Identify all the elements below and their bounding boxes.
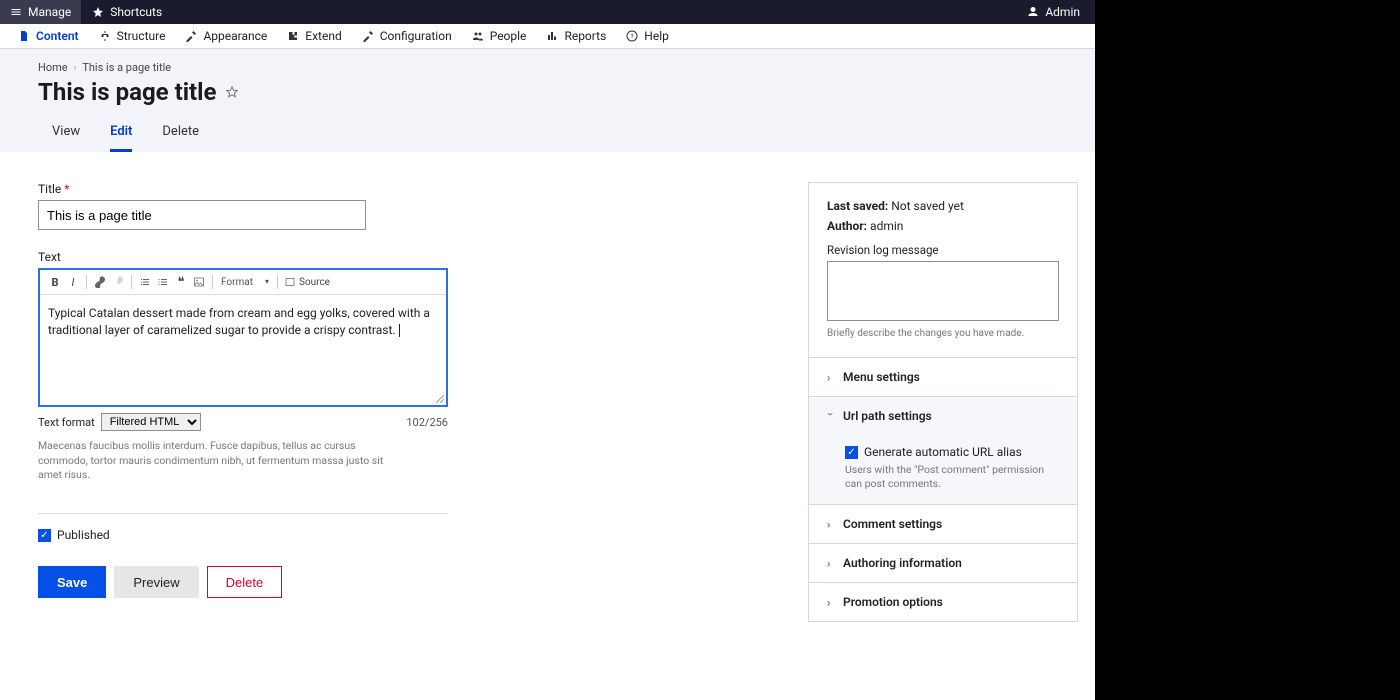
menu-appearance[interactable]: Appearance xyxy=(175,24,277,48)
wrench-icon xyxy=(185,30,197,42)
image-button[interactable] xyxy=(190,273,208,291)
title-input[interactable] xyxy=(38,200,366,230)
editor-toolbar: B I ❝ xyxy=(40,270,446,295)
star-icon xyxy=(92,6,104,18)
shortcuts-label: Shortcuts xyxy=(110,5,162,19)
hamburger-icon xyxy=(10,6,22,18)
admin-label: Admin xyxy=(1045,5,1080,19)
accordion-url-path[interactable]: › Url path settings xyxy=(809,396,1077,435)
text-label: Text xyxy=(38,250,448,264)
menu-structure[interactable]: Structure xyxy=(89,24,176,48)
generate-alias-checkbox[interactable]: ✓ Generate automatic URL alias xyxy=(845,445,1059,459)
sidebar-panel: Last saved: Not saved yet Author: admin … xyxy=(808,182,1078,622)
tab-view[interactable]: View xyxy=(52,116,80,152)
text-format-select[interactable]: Filtered HTML xyxy=(101,413,201,431)
italic-button[interactable]: I xyxy=(64,273,82,291)
rich-text-editor: B I ❝ xyxy=(38,268,448,407)
menu-people[interactable]: People xyxy=(462,24,537,48)
sitemap-icon xyxy=(99,30,111,42)
published-checkbox[interactable]: ✓ Published xyxy=(38,528,448,542)
menu-reports[interactable]: Reports xyxy=(536,24,616,48)
breadcrumb: Home › This is a page title xyxy=(38,61,1057,74)
page-header: Home › This is a page title This is page… xyxy=(0,49,1095,152)
revision-log-label: Revision log message xyxy=(827,243,1059,257)
menu-extend[interactable]: Extend xyxy=(277,24,351,48)
wrench-icon xyxy=(362,30,374,42)
shortcuts-link[interactable]: Shortcuts xyxy=(82,0,172,24)
menu-help[interactable]: ? Help xyxy=(616,24,679,48)
user-icon xyxy=(1027,6,1039,18)
people-icon xyxy=(472,30,484,42)
format-dropdown[interactable]: Format xyxy=(217,275,273,290)
char-counter: 102/256 xyxy=(406,416,448,429)
chevron-right-icon: › xyxy=(74,63,77,73)
menu-content[interactable]: Content xyxy=(8,24,89,48)
delete-button[interactable]: Delete xyxy=(207,566,283,598)
menu-configuration[interactable]: Configuration xyxy=(352,24,462,48)
save-button[interactable]: Save xyxy=(38,566,106,598)
accordion-promotion[interactable]: › Promotion options xyxy=(809,582,1077,621)
menu-label: Extend xyxy=(305,29,341,43)
last-saved: Last saved: Not saved yet xyxy=(827,199,1059,213)
svg-text:?: ? xyxy=(631,33,634,41)
chevron-right-icon: › xyxy=(827,371,835,384)
menu-label: Configuration xyxy=(380,29,452,43)
menu-label: Reports xyxy=(564,29,606,43)
quote-button[interactable]: ❝ xyxy=(172,273,190,291)
puzzle-icon xyxy=(287,30,299,42)
author: Author: admin xyxy=(827,219,1059,233)
accordion-comment-settings[interactable]: › Comment settings xyxy=(809,504,1077,543)
manage-toggle[interactable]: Manage xyxy=(0,0,82,24)
chevron-right-icon: › xyxy=(827,518,835,531)
menu-label: People xyxy=(490,29,527,43)
number-list-button[interactable] xyxy=(154,273,172,291)
bullet-list-button[interactable] xyxy=(136,273,154,291)
chevron-down-icon: › xyxy=(825,412,838,420)
checkbox-checked-icon: ✓ xyxy=(845,446,858,459)
revision-log-input[interactable] xyxy=(827,261,1059,321)
preview-button[interactable]: Preview xyxy=(114,566,198,598)
manage-label: Manage xyxy=(28,5,71,19)
format-hint: Maecenas faucibus mollis interdum. Fusce… xyxy=(38,439,388,483)
resize-handle-icon[interactable] xyxy=(436,395,444,403)
black-sidebar-area xyxy=(1095,0,1400,700)
text-format-label: Text format xyxy=(38,416,95,429)
chevron-right-icon: › xyxy=(827,596,835,609)
url-path-body: ✓ Generate automatic URL alias Users wit… xyxy=(809,435,1077,504)
content-tabs: View Edit Delete xyxy=(38,116,1057,152)
bold-button[interactable]: B xyxy=(46,273,64,291)
help-icon: ? xyxy=(626,30,638,42)
generate-alias-hint: Users with the "Post comment" permission… xyxy=(845,463,1059,490)
revision-log-hint: Briefly describe the changes you have ma… xyxy=(827,328,1059,339)
title-label: Title* xyxy=(38,182,448,196)
editor-body[interactable]: Typical Catalan dessert made from cream … xyxy=(40,295,446,405)
tab-edit[interactable]: Edit xyxy=(110,116,132,152)
page-title: This is page title xyxy=(38,78,217,106)
barchart-icon xyxy=(546,30,558,42)
breadcrumb-home[interactable]: Home xyxy=(38,61,68,74)
star-outline-icon[interactable] xyxy=(225,85,239,99)
link-button[interactable] xyxy=(91,273,109,291)
checkbox-checked-icon: ✓ xyxy=(38,529,51,542)
admin-user-link[interactable]: Admin xyxy=(1017,0,1090,24)
chevron-right-icon: › xyxy=(827,557,835,570)
menu-label: Appearance xyxy=(203,29,267,43)
source-button[interactable]: Source xyxy=(282,273,332,291)
tab-delete[interactable]: Delete xyxy=(162,116,199,152)
menu-label: Help xyxy=(644,29,669,43)
unlink-button[interactable] xyxy=(109,273,127,291)
menu-label: Structure xyxy=(117,29,166,43)
edit-form: Title* Text B I xyxy=(38,182,448,622)
menu-label: Content xyxy=(36,29,79,43)
accordion-authoring[interactable]: › Authoring information xyxy=(809,543,1077,582)
file-icon xyxy=(18,30,30,42)
breadcrumb-current: This is a page title xyxy=(82,61,171,74)
accordion-menu-settings[interactable]: › Menu settings xyxy=(809,357,1077,396)
